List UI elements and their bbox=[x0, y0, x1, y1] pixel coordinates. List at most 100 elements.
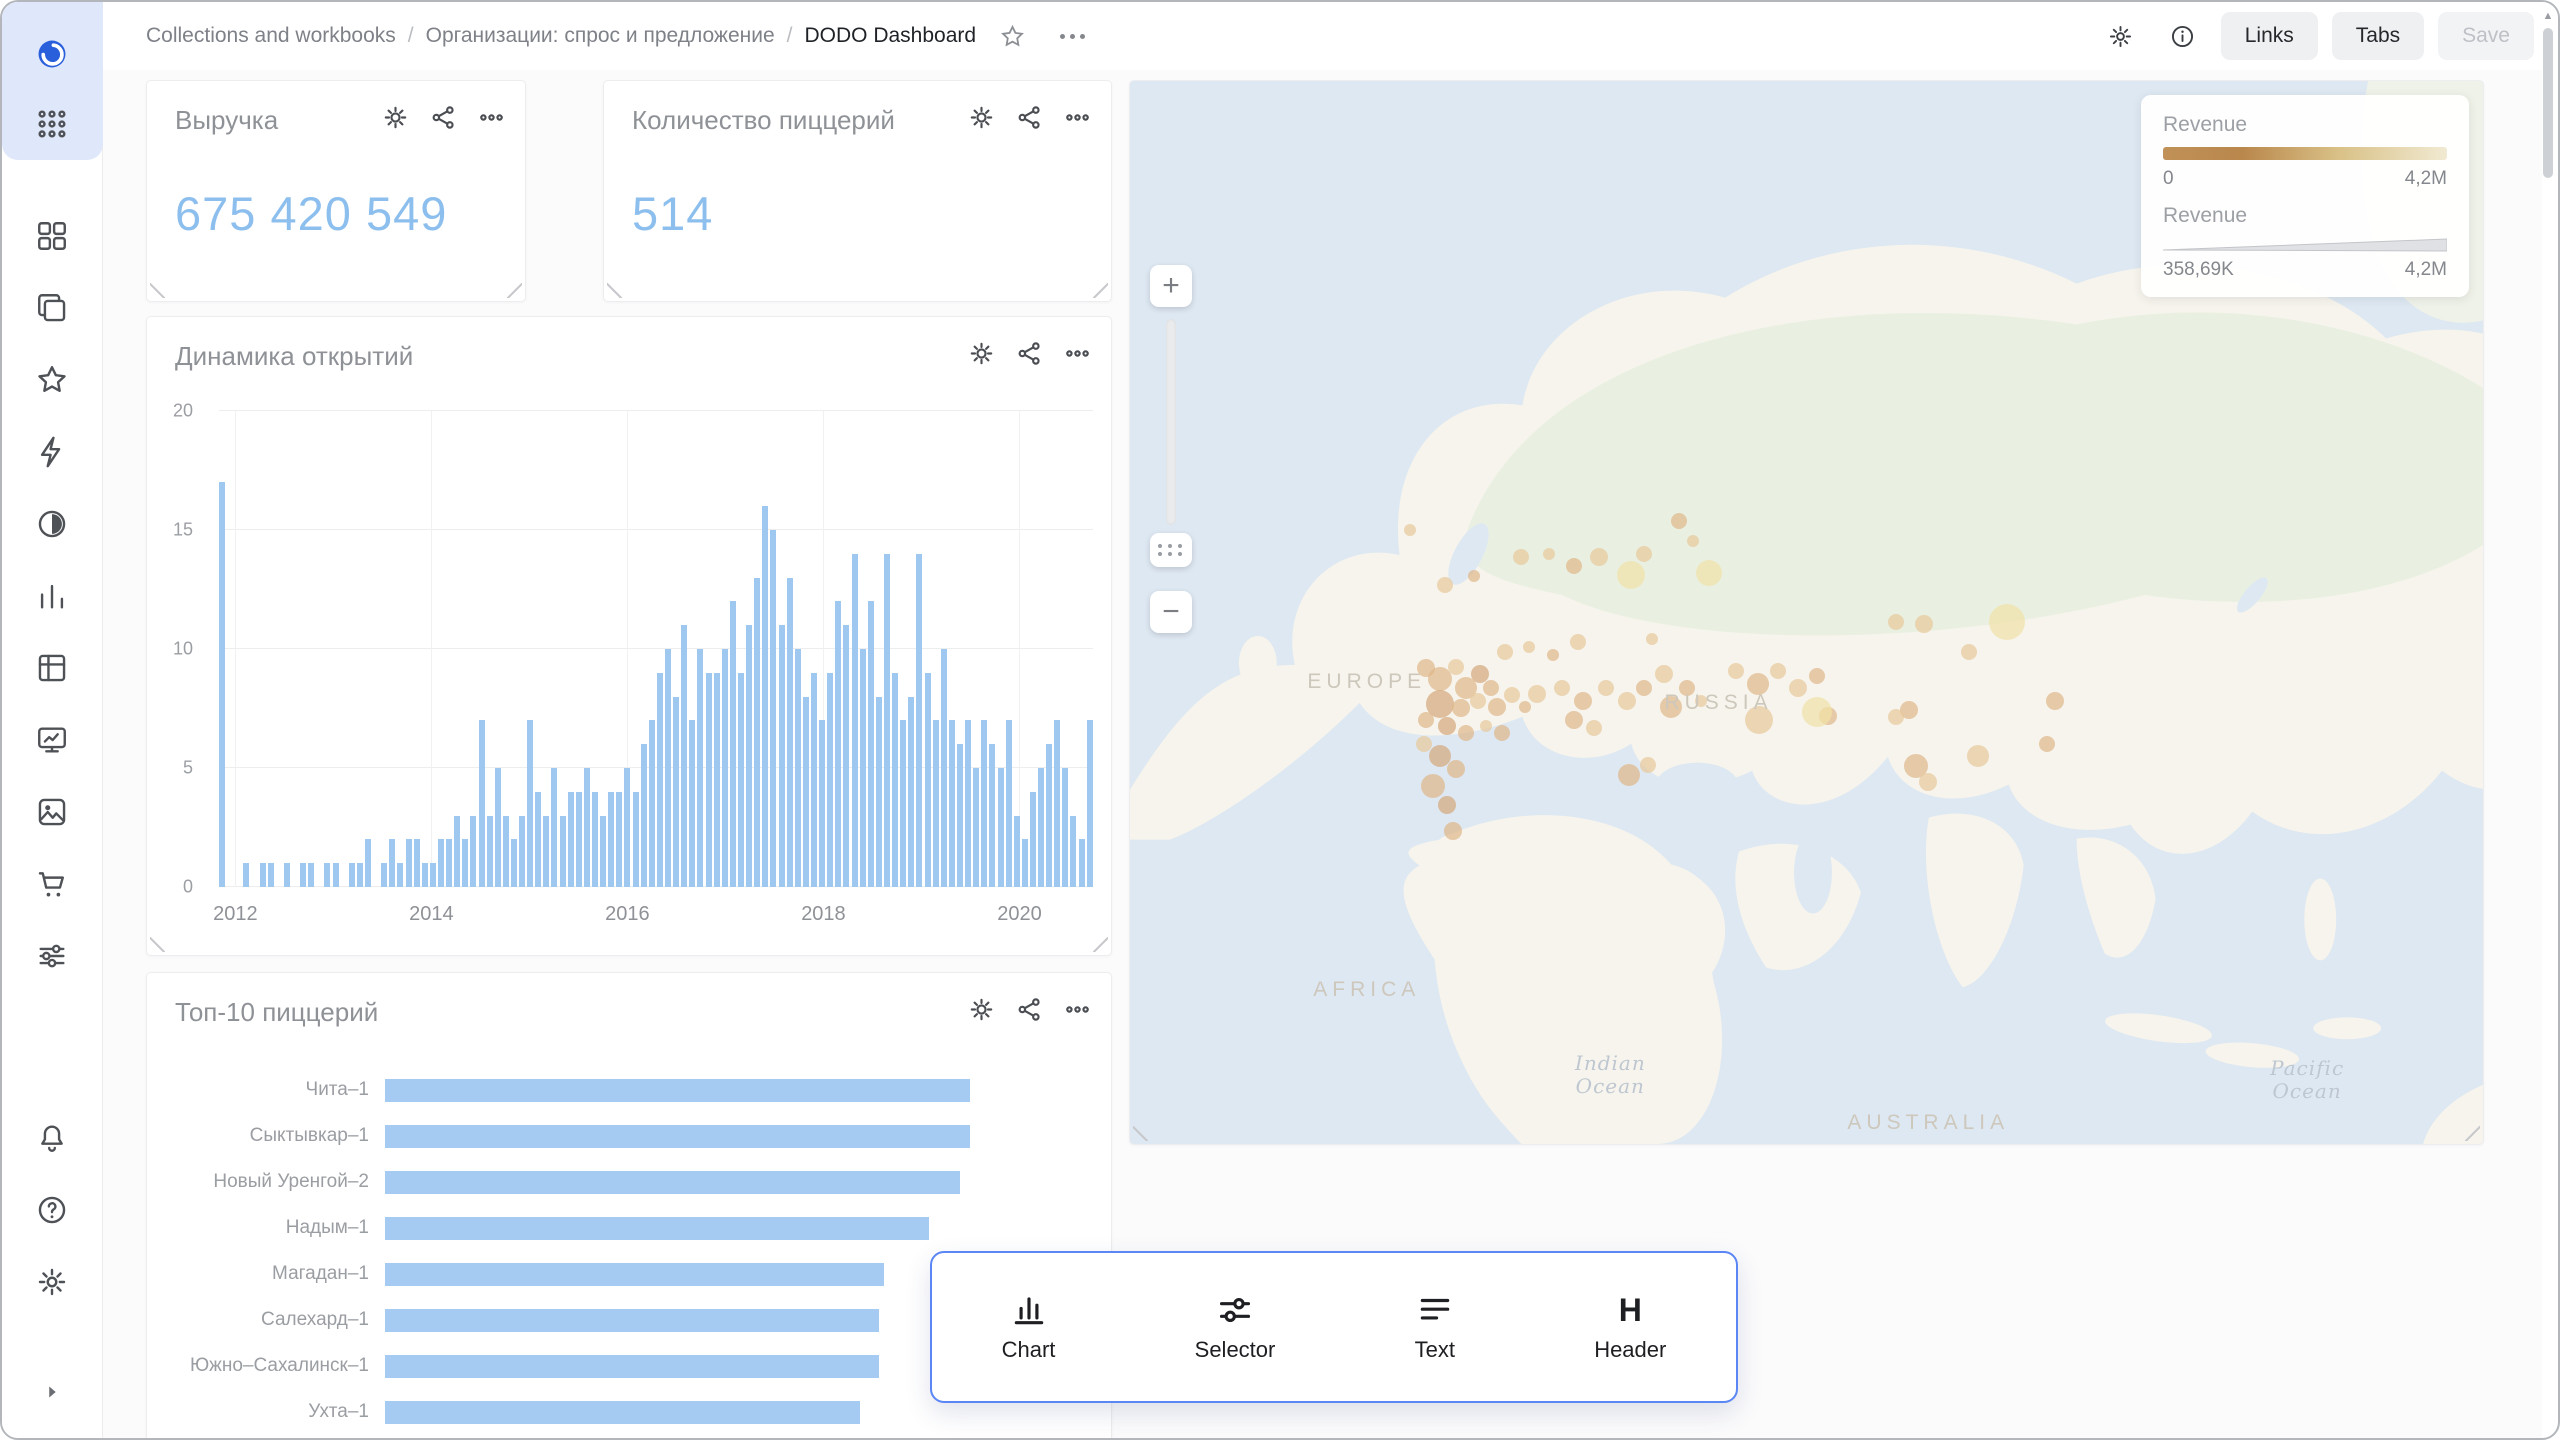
widget-more-icon[interactable] bbox=[469, 95, 513, 139]
map-point bbox=[1590, 548, 1608, 566]
page-scrollbar[interactable]: ▲ bbox=[2540, 4, 2556, 1436]
toolbar-item-text[interactable]: Text bbox=[1393, 1283, 1477, 1371]
bar-row: Новый Уренгой–2 bbox=[173, 1159, 1081, 1205]
openings-plot bbox=[219, 411, 1093, 887]
sidebar-item-services-settings[interactable] bbox=[23, 927, 81, 985]
sidebar-item-charts[interactable] bbox=[23, 567, 81, 625]
resize-handle[interactable] bbox=[607, 283, 622, 298]
legend-max: 4,2M bbox=[2405, 168, 2447, 190]
bar bbox=[357, 863, 363, 887]
bar bbox=[722, 649, 728, 887]
dashboard-canvas: Выручка 675 420 549 Количество пиццерий … bbox=[103, 70, 2542, 1438]
sidebar-item-collections[interactable] bbox=[23, 279, 81, 337]
map-zoom-slider[interactable] bbox=[1166, 319, 1176, 525]
settings-gear-icon[interactable] bbox=[23, 1253, 81, 1311]
help-icon[interactable] bbox=[23, 1181, 81, 1239]
resize-handle[interactable] bbox=[1093, 937, 1108, 952]
bar bbox=[260, 863, 266, 887]
sidebar-item-quick-actions[interactable] bbox=[23, 423, 81, 481]
tabs-button[interactable]: Tabs bbox=[2332, 12, 2424, 60]
revenue-widget[interactable]: Выручка 675 420 549 bbox=[146, 80, 526, 302]
breadcrumb-workbook[interactable]: Организации: спрос и предложение bbox=[426, 24, 775, 48]
map-point bbox=[1483, 680, 1499, 696]
bar bbox=[981, 720, 987, 887]
bar bbox=[243, 863, 249, 887]
more-actions-icon[interactable] bbox=[1048, 12, 1096, 60]
breadcrumb-collections[interactable]: Collections and workbooks bbox=[146, 24, 396, 48]
sidebar-item-gallery[interactable] bbox=[23, 783, 81, 841]
resize-handle[interactable] bbox=[150, 283, 165, 298]
widget-settings-gear-icon[interactable] bbox=[959, 331, 1003, 375]
bar bbox=[381, 863, 387, 887]
widget-more-icon[interactable] bbox=[1055, 331, 1099, 375]
favorite-star-icon[interactable] bbox=[988, 12, 1036, 60]
sidebar-item-favorites[interactable] bbox=[23, 351, 81, 409]
bar bbox=[560, 816, 566, 887]
resize-handle[interactable] bbox=[1133, 1126, 1148, 1141]
map-point bbox=[1468, 570, 1480, 582]
save-button[interactable]: Save bbox=[2438, 12, 2534, 60]
map-point bbox=[1528, 685, 1546, 703]
widget-settings-gear-icon[interactable] bbox=[959, 95, 1003, 139]
widget-share-icon[interactable] bbox=[1007, 95, 1051, 139]
widget-share-icon[interactable] bbox=[1007, 331, 1051, 375]
y-tick-label: 15 bbox=[173, 520, 193, 541]
bar-label: Чита–1 bbox=[173, 1079, 385, 1101]
bar-row: Надым–1 bbox=[173, 1205, 1081, 1251]
openings-xaxis: 20122014201620182020 bbox=[219, 903, 1093, 929]
map-point bbox=[1618, 764, 1640, 786]
links-button[interactable]: Links bbox=[2221, 12, 2318, 60]
top-header: Collections and workbooks / Организации:… bbox=[103, 2, 2558, 70]
scrollbar-thumb[interactable] bbox=[2543, 28, 2553, 178]
toolbar-item-selector[interactable]: Selector bbox=[1173, 1283, 1298, 1371]
bar bbox=[697, 649, 703, 887]
openings-dynamics-widget[interactable]: Динамика открытий 05101520 2012201420162… bbox=[146, 316, 1112, 956]
resize-handle[interactable] bbox=[150, 937, 165, 952]
map-point bbox=[1617, 561, 1645, 589]
bar bbox=[385, 1217, 929, 1240]
bar bbox=[268, 863, 274, 887]
pizzeria-count-value: 514 bbox=[632, 186, 713, 241]
resize-handle[interactable] bbox=[1093, 283, 1108, 298]
x-tick-label: 2012 bbox=[213, 903, 258, 926]
map-point bbox=[1919, 773, 1937, 791]
widget-settings-gear-icon[interactable] bbox=[373, 95, 417, 139]
map-point bbox=[1967, 745, 1989, 767]
notifications-bell-icon[interactable] bbox=[23, 1109, 81, 1167]
sidebar-item-dashboards[interactable] bbox=[23, 711, 81, 769]
map-zoom-handle[interactable] bbox=[1150, 533, 1192, 567]
sidebar-expand-icon[interactable] bbox=[32, 1372, 72, 1412]
widget-share-icon[interactable] bbox=[1007, 987, 1051, 1031]
resize-handle[interactable] bbox=[507, 283, 522, 298]
map-zoom-in-button[interactable]: + bbox=[1150, 265, 1192, 307]
resize-handle[interactable] bbox=[2465, 1126, 2480, 1141]
datalens-logo-icon[interactable] bbox=[23, 25, 81, 83]
widget-settings-gear-icon[interactable] bbox=[959, 987, 1003, 1031]
legend-color-gradient bbox=[2163, 147, 2447, 160]
pizzeria-count-widget[interactable]: Количество пиццерий 514 bbox=[603, 80, 1112, 302]
map-point bbox=[1671, 513, 1687, 529]
widget-share-icon[interactable] bbox=[421, 95, 465, 139]
sidebar-item-widgets[interactable] bbox=[23, 207, 81, 265]
scrollbar-up-arrow[interactable]: ▲ bbox=[2540, 10, 2556, 22]
legend-label: Revenue bbox=[2163, 204, 2447, 228]
map-point bbox=[1789, 679, 1807, 697]
toolbar-item-chart[interactable]: Chart bbox=[980, 1283, 1078, 1371]
map-point bbox=[1497, 644, 1513, 660]
bar bbox=[568, 792, 574, 887]
bar-label: Ухта–1 bbox=[173, 1401, 385, 1423]
bar bbox=[689, 720, 695, 887]
x-tick-label: 2014 bbox=[409, 903, 454, 926]
sidebar-item-marketplace[interactable] bbox=[23, 855, 81, 913]
map-zoom-out-button[interactable]: − bbox=[1150, 591, 1192, 633]
info-icon[interactable] bbox=[2159, 12, 2207, 60]
all-services-grid-icon[interactable] bbox=[23, 95, 81, 153]
widget-more-icon[interactable] bbox=[1055, 95, 1099, 139]
sidebar-item-datasets[interactable] bbox=[23, 639, 81, 697]
map-point bbox=[1646, 633, 1658, 645]
widget-more-icon[interactable] bbox=[1055, 987, 1099, 1031]
toolbar-item-header[interactable]: H Header bbox=[1572, 1283, 1688, 1371]
sidebar-item-datalens[interactable] bbox=[23, 495, 81, 553]
map-widget[interactable]: EUROPERUSSIAAFRICAIndian OceanPacific Oc… bbox=[1129, 80, 2484, 1145]
dashboard-settings-gear-icon[interactable] bbox=[2097, 12, 2145, 60]
